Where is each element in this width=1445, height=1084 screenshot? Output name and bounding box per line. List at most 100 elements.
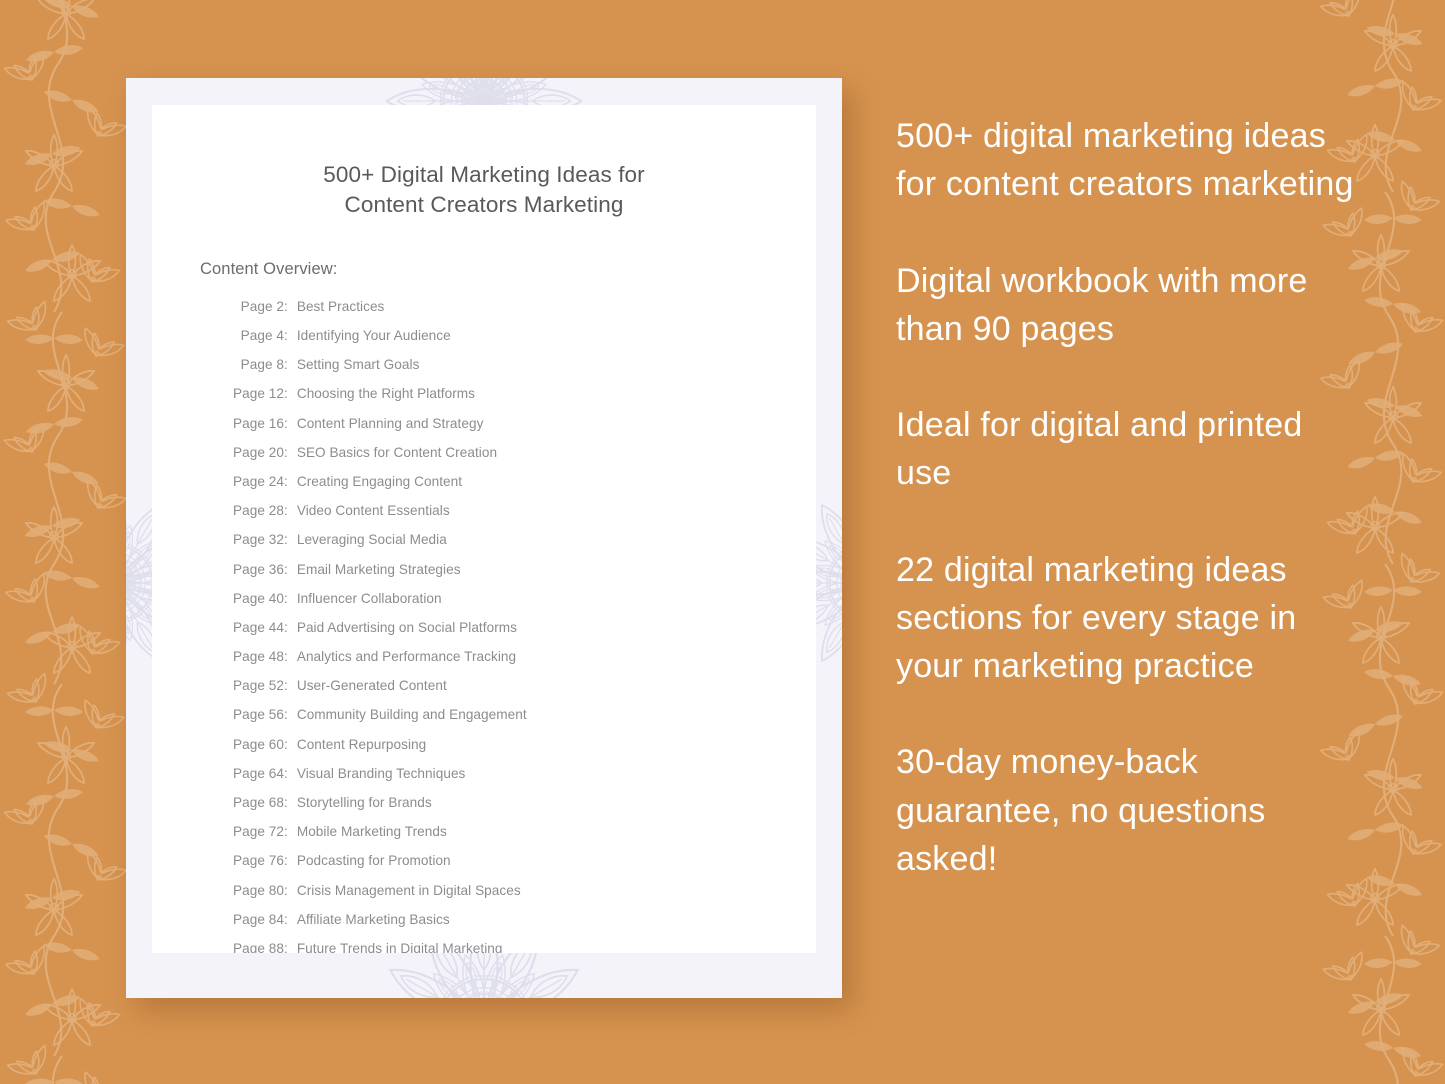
toc-entry-title: Best Practices	[296, 298, 385, 314]
toc-entry-separator: :	[284, 736, 288, 752]
toc-entry-title: Email Marketing Strategies	[296, 561, 461, 577]
toc-entry-page: Page 28	[233, 503, 284, 519]
toc-entry-title: Influencer Collaboration	[296, 590, 442, 606]
toc-entry-page: Page 32	[233, 532, 284, 548]
toc-entry-separator: :	[284, 911, 288, 927]
toc-entry-title: Mobile Marketing Trends	[296, 824, 447, 840]
toc-entry-separator: :	[284, 386, 288, 402]
toc-entry-separator: :	[284, 503, 288, 519]
marketing-copy-block: 500+ digital marketing ideas for content…	[896, 117, 1354, 204]
toc-entry-page: Page 72	[233, 824, 284, 840]
table-of-contents: Page 2: Best Practices Page 4: Identifying …	[152, 279, 816, 953]
toc-entry-separator: :	[284, 473, 288, 489]
marketing-copy-block: Ideal for digital and printed use	[896, 406, 1303, 493]
toc-entry-page: Page 40	[233, 590, 284, 606]
toc-entry[interactable]: Page 44: Paid Advertising on Social Platf…	[152, 620, 816, 649]
toc-entry-title: Affiliate Marketing Basics	[296, 911, 450, 927]
toc-entry[interactable]: Page 12: Choosing the Right Platforms	[152, 386, 816, 415]
toc-entry-separator: :	[284, 444, 288, 460]
toc-entry[interactable]: Page 72: Mobile Marketing Trends	[152, 824, 816, 853]
toc-entry-page: Page 16	[233, 415, 284, 431]
toc-entry-separator: :	[284, 590, 288, 606]
toc-entry[interactable]: Page 76: Podcasting for Promotion	[152, 853, 816, 882]
toc-entry-title: Analytics and Performance Tracking	[296, 649, 517, 665]
toc-entry[interactable]: Page 68: Storytelling for Brands	[152, 795, 816, 824]
toc-entry-separator: :	[284, 824, 288, 840]
toc-entry-page: Page 64	[233, 765, 284, 781]
toc-entry-separator: :	[284, 940, 288, 953]
document-page: 500+ Digital Marketing Ideas for Content…	[152, 105, 816, 953]
toc-entry-page: Page 48	[233, 649, 284, 665]
toc-entry[interactable]: Page 16: Content Planning and Strategy	[152, 416, 816, 445]
toc-entry-page: Page 44	[233, 619, 284, 635]
toc-entry-separator: :	[284, 561, 288, 577]
toc-entry-separator: :	[284, 853, 288, 869]
toc-entry[interactable]: Page 56: Community Building and Engagemen…	[152, 707, 816, 736]
toc-entry[interactable]: Page 48: Analytics and Performance Tracki…	[152, 649, 816, 678]
marketing-copy-block: 22 digital marketing ideas sections for …	[896, 550, 1297, 686]
toc-entry-title: SEO Basics for Content Creation	[296, 444, 498, 460]
toc-entry-title: Podcasting for Promotion	[296, 853, 451, 869]
toc-entry-title: Choosing the Right Platforms	[296, 386, 476, 402]
toc-entry-page: Page 24	[233, 473, 284, 489]
toc-entry[interactable]: Page 84: Affiliate Marketing Basics	[152, 912, 816, 941]
toc-entry[interactable]: Page 8: Setting Smart Goals	[152, 357, 816, 386]
document-title: 500+ Digital Marketing Ideas for Content…	[323, 162, 645, 217]
toc-entry-separator: :	[284, 328, 288, 344]
toc-entry-title: Paid Advertising on Social Platforms	[296, 619, 517, 635]
toc-entry-page: Page 2	[240, 298, 284, 314]
toc-entry-page: Page 80	[233, 882, 284, 898]
toc-entry[interactable]: Page 52: User-Generated Content	[152, 678, 816, 707]
toc-entry-separator: :	[284, 765, 288, 781]
toc-entry-title: Visual Branding Techniques	[296, 765, 466, 781]
toc-entry-title: Storytelling for Brands	[296, 795, 432, 811]
poster-canvas: 500+ Digital Marketing Ideas for Content…	[0, 0, 1445, 1084]
toc-entry-separator: :	[284, 678, 288, 694]
toc-entry[interactable]: Page 24: Creating Engaging Content	[152, 474, 816, 503]
toc-entry[interactable]: Page 64: Visual Branding Techniques	[152, 766, 816, 795]
toc-entry[interactable]: Page 36: Email Marketing Strategies	[152, 562, 816, 591]
toc-entry[interactable]: Page 28: Video Content Essentials	[152, 503, 816, 532]
marketing-copy-block: Digital workbook with more than 90 pages	[896, 261, 1308, 348]
toc-entry[interactable]: Page 60: Content Repurposing	[152, 737, 816, 766]
toc-entry-separator: :	[284, 298, 288, 314]
toc-entry-separator: :	[284, 649, 288, 665]
marketing-copy-list: 500+ digital marketing ideas for content…	[896, 112, 1366, 883]
toc-entry-title: Leveraging Social Media	[296, 532, 447, 548]
toc-entry-title: Content Planning and Strategy	[296, 415, 484, 431]
toc-entry[interactable]: Page 32: Leveraging Social Media	[152, 532, 816, 561]
toc-entry-page: Page 4	[240, 328, 284, 344]
toc-entry-title: Future Trends in Digital Marketing	[296, 940, 503, 953]
toc-entry-title: Identifying Your Audience	[296, 328, 451, 344]
toc-entry-separator: :	[284, 532, 288, 548]
toc-entry[interactable]: Page 20: SEO Basics for Content Creation	[152, 445, 816, 474]
toc-entry-title: User-Generated Content	[296, 678, 447, 694]
product-preview-card: 500+ Digital Marketing Ideas for Content…	[126, 78, 842, 998]
toc-entry-page: Page 52	[233, 678, 284, 694]
toc-entry-title: Creating Engaging Content	[296, 473, 463, 489]
toc-entry-page: Page 20	[233, 444, 284, 460]
toc-entry[interactable]: Page 80: Crisis Management in Digital Spa…	[152, 883, 816, 912]
toc-entry-separator: :	[284, 415, 288, 431]
toc-entry-page: Page 8	[240, 357, 284, 373]
toc-entry-title: Crisis Management in Digital Spaces	[296, 882, 521, 898]
toc-entry-separator: :	[284, 619, 288, 635]
toc-entry-separator: :	[284, 707, 288, 723]
toc-entry[interactable]: Page 88: Future Trends in Digital Marketi…	[152, 941, 816, 953]
toc-entry[interactable]: Page 4: Identifying Your Audience	[152, 328, 816, 357]
toc-entry[interactable]: Page 40: Influencer Collaboration	[152, 591, 816, 620]
toc-entry[interactable]: Page 2: Best Practices	[152, 299, 816, 328]
content-overview-label: Content Overview:	[200, 259, 338, 278]
toc-entry-title: Setting Smart Goals	[296, 357, 420, 373]
toc-entry-title: Content Repurposing	[296, 736, 427, 752]
toc-entry-page: Page 76	[233, 853, 284, 869]
toc-entry-page: Page 60	[233, 736, 284, 752]
toc-entry-title: Video Content Essentials	[296, 503, 450, 519]
toc-entry-page: Page 12	[233, 386, 284, 402]
toc-entry-title: Community Building and Engagement	[296, 707, 527, 723]
toc-entry-page: Page 36	[233, 561, 284, 577]
floral-vine-left-icon	[0, 0, 142, 1084]
toc-entry-page: Page 68	[233, 795, 284, 811]
toc-entry-separator: :	[284, 357, 288, 373]
toc-entry-page: Page 56	[233, 707, 284, 723]
